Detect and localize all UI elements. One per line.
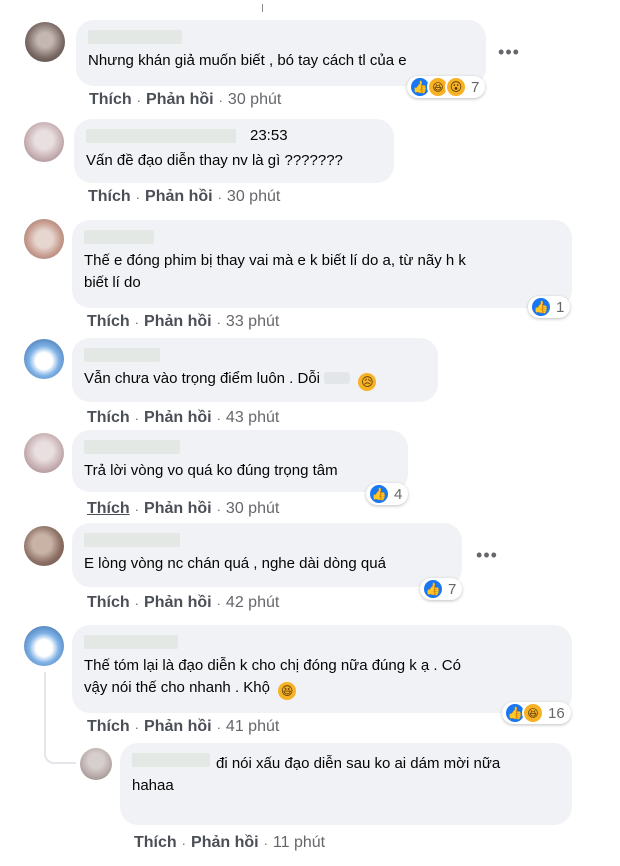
- author-row: 23:53: [86, 127, 382, 144]
- like-reaction-icon: 👍: [530, 296, 552, 318]
- comment-text: Nhưng khán giả muốn biết , bó tay cách t…: [88, 52, 407, 69]
- comment-bubble: Trả lời vòng vo quá ko đúng trọng tâm: [72, 430, 408, 492]
- reaction-summary[interactable]: 👍 😆 16: [502, 702, 571, 724]
- avatar[interactable]: [24, 526, 64, 566]
- thread-connector: [44, 672, 76, 764]
- comment-text-line2: biết lí do: [84, 274, 141, 291]
- avatar[interactable]: [24, 626, 64, 666]
- comment-actions: Thích · Phản hồi · 33 phút: [87, 313, 280, 331]
- like-button[interactable]: Thích: [134, 834, 177, 852]
- reply-button[interactable]: Phản hồi: [144, 500, 212, 518]
- timestamp[interactable]: 30 phút: [227, 188, 280, 206]
- like-button[interactable]: Thích: [87, 718, 130, 736]
- comment-text-line2: vậy nói thế cho nhanh . Khộ 😆: [84, 677, 560, 700]
- like-reaction-icon: 👍: [422, 578, 444, 600]
- avatar[interactable]: [25, 22, 65, 62]
- comment-text-line1: đi nói xấu đạo diễn sau ko ai dám mời nữ…: [216, 755, 501, 772]
- timestamp[interactable]: 11 phút: [273, 834, 325, 852]
- author-name-redacted[interactable]: [84, 533, 180, 547]
- timestamp[interactable]: 43 phút: [226, 409, 279, 427]
- reaction-summary[interactable]: 👍 1: [528, 296, 571, 318]
- more-options-icon[interactable]: •••: [497, 42, 521, 66]
- haha-reaction-icon: 😆: [522, 702, 544, 724]
- reply-button[interactable]: Phản hồi: [145, 188, 213, 206]
- scroll-tick: [262, 4, 267, 12]
- like-button[interactable]: Thích: [87, 500, 130, 518]
- like-button[interactable]: Thích: [88, 188, 131, 206]
- like-button[interactable]: Thích: [87, 594, 130, 612]
- wow-reaction-icon: 😮: [445, 76, 467, 98]
- comment-text: Vấn đề đạo diễn thay nv là gì ???????: [86, 152, 343, 169]
- comment-actions: Thích · Phản hồi · 30 phút: [87, 500, 280, 518]
- reaction-summary[interactable]: 👍 4: [366, 483, 409, 505]
- reaction-count: 4: [394, 485, 403, 503]
- comment-bubble: 23:53 Vấn đề đạo diễn thay nv là gì ????…: [74, 119, 394, 183]
- author-name-redacted[interactable]: [84, 348, 160, 362]
- comment-bubble: E lòng vòng nc chán quá , nghe dài dòng …: [72, 523, 462, 587]
- reply-button[interactable]: Phản hồi: [144, 409, 212, 427]
- avatar[interactable]: [24, 219, 64, 259]
- comment-text: E lòng vòng nc chán quá , nghe dài dòng …: [84, 555, 386, 572]
- author-time: 23:53: [250, 127, 288, 144]
- comment-text-content: Vẫn chưa vào trọng điểm luôn . Dỗi: [84, 370, 321, 387]
- author-name-redacted[interactable]: [88, 30, 182, 44]
- author-name-redacted[interactable]: [84, 440, 180, 454]
- timestamp[interactable]: 33 phút: [226, 313, 279, 331]
- comment-text-content: vậy nói thế cho nhanh . Khộ: [84, 679, 270, 696]
- timestamp[interactable]: 30 phút: [228, 91, 281, 109]
- comment-bubble: Thế tóm lại là đạo diễn k cho chị đóng n…: [72, 625, 572, 713]
- reply-button[interactable]: Phản hồi: [144, 313, 212, 331]
- author-name-redacted[interactable]: [84, 230, 154, 244]
- reaction-count: 7: [448, 580, 457, 598]
- like-reaction-icon: 👍: [368, 483, 390, 505]
- timestamp[interactable]: 42 phút: [226, 594, 279, 612]
- comment-text-line1: Thế e đóng phim bị thay vai mà e k biết …: [84, 252, 466, 269]
- comment-actions: Thích · Phản hồi · 11 phút: [134, 834, 326, 852]
- reply-button[interactable]: Phản hồi: [146, 91, 214, 109]
- timestamp[interactable]: 30 phút: [226, 500, 279, 518]
- timestamp[interactable]: 41 phút: [226, 718, 279, 736]
- comment-actions: Thích · Phản hồi · 42 phút: [87, 594, 280, 612]
- author-name-redacted[interactable]: [86, 128, 236, 143]
- reply-button[interactable]: Phản hồi: [144, 718, 212, 736]
- comment-bubble: Thế e đóng phim bị thay vai mà e k biết …: [72, 220, 572, 308]
- redacted-emoji: [324, 372, 351, 384]
- comment-bubble: đi nói xấu đạo diễn sau ko ai dám mời nữ…: [120, 743, 572, 825]
- comment-actions: Thích · Phản hồi · 30 phút: [89, 91, 282, 109]
- reaction-count: 16: [548, 704, 565, 722]
- like-button[interactable]: Thích: [87, 409, 130, 427]
- reaction-summary[interactable]: 👍 7: [420, 578, 463, 600]
- author-name-redacted[interactable]: [84, 635, 178, 649]
- reply-button[interactable]: Phản hồi: [191, 834, 259, 852]
- laughing-emoji-icon: 😆: [278, 682, 297, 700]
- avatar[interactable]: [24, 122, 64, 162]
- comment-text-line2: hahaa: [132, 777, 174, 794]
- avatar[interactable]: [24, 433, 64, 473]
- comment-text-line1: Thế tóm lại là đạo diễn k cho chị đóng n…: [84, 657, 461, 674]
- comment-text: Trả lời vòng vo quá ko đúng trọng tâm: [84, 462, 338, 479]
- more-options-icon[interactable]: •••: [475, 545, 499, 569]
- comment-bubble: Vẫn chưa vào trọng điểm luôn . Dỗi 😥: [72, 338, 438, 402]
- reaction-summary[interactable]: 👍 😆 😮 7: [407, 76, 486, 98]
- reaction-count: 1: [556, 298, 565, 316]
- comment-text: Vẫn chưa vào trọng điểm luôn . Dỗi 😥: [84, 368, 426, 391]
- like-button[interactable]: Thích: [89, 91, 132, 109]
- reply-button[interactable]: Phản hồi: [144, 594, 212, 612]
- comment-actions: Thích · Phản hồi · 41 phút: [87, 718, 280, 736]
- reaction-count: 7: [471, 78, 480, 96]
- sad-emoji-icon: 😥: [358, 373, 377, 391]
- comment-actions: Thích · Phản hồi · 43 phút: [87, 409, 280, 427]
- like-button[interactable]: Thích: [87, 313, 130, 331]
- avatar[interactable]: [80, 748, 112, 780]
- comment-actions: Thích · Phản hồi · 30 phút: [88, 188, 281, 206]
- avatar[interactable]: [24, 339, 64, 379]
